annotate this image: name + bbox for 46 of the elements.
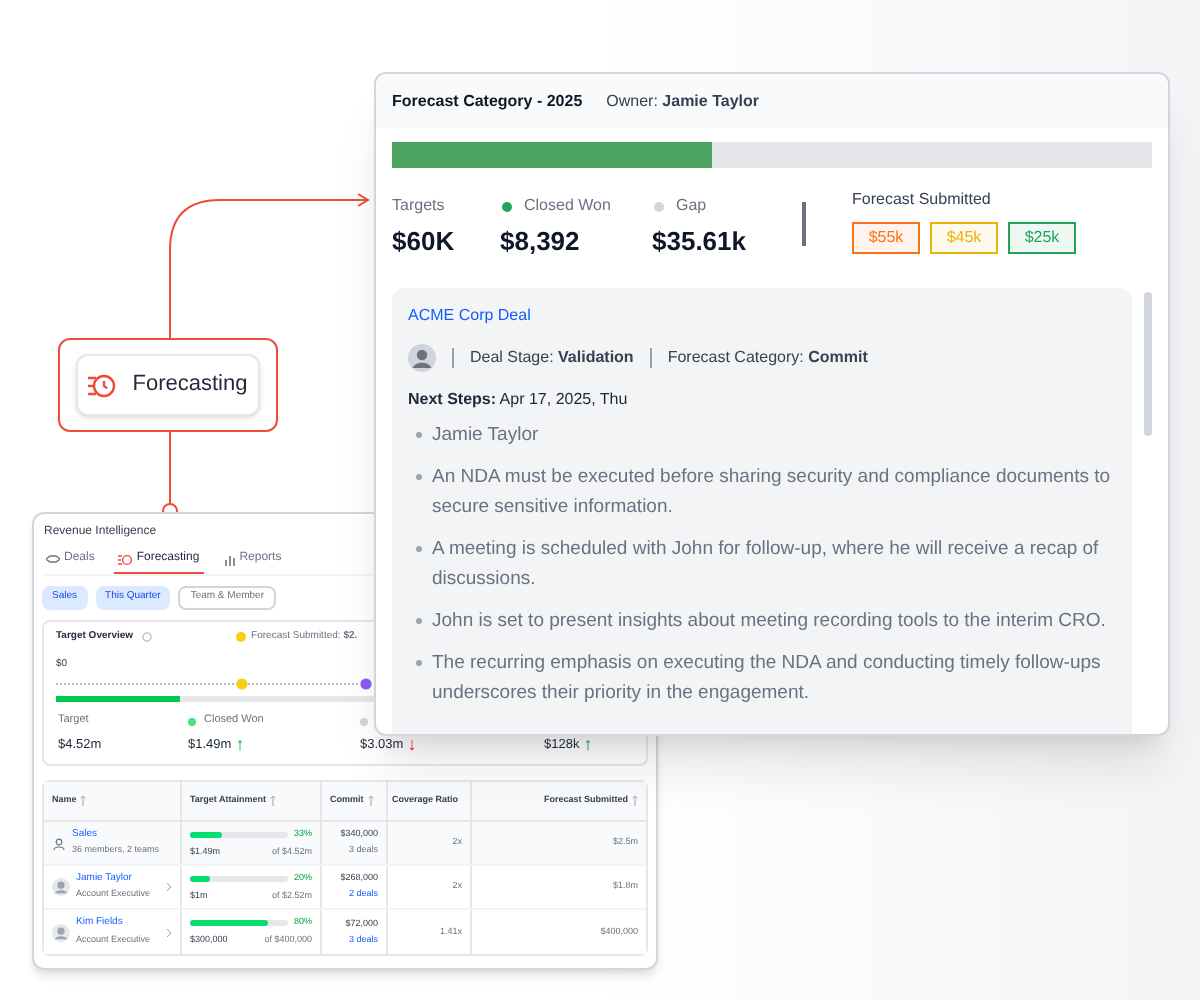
stage-label: Deal Stage: Validation xyxy=(470,345,634,369)
clock-icon xyxy=(118,553,133,565)
stat-value: $8,392 xyxy=(500,224,582,260)
category-label: Forecast Category: Commit xyxy=(667,345,868,369)
avatar-icon xyxy=(408,343,436,371)
bar-chart-icon xyxy=(223,553,236,565)
chevron-icon xyxy=(166,927,172,937)
amount-tag: $25k xyxy=(1008,222,1076,254)
sort-icon xyxy=(270,796,277,806)
stat-label: Targets xyxy=(392,194,445,218)
note-text: John is set to present insights about meeting recording tools to the interim CRO. xyxy=(432,607,1106,635)
stat-label: Closed Won xyxy=(524,194,611,218)
clock-icon xyxy=(88,373,117,397)
note-text: An NDA must be executed before sharing security and compliance documents to secure sensitive information. xyxy=(432,463,1113,521)
owner-label: Owner: Jamie Taylor xyxy=(606,89,759,113)
chevron-icon xyxy=(166,882,172,892)
next-steps-label: Next Steps: Apr 17, 2025, Thu xyxy=(408,387,630,411)
people-icon xyxy=(52,837,66,849)
bullet-icon xyxy=(416,431,422,437)
section-label: Forecast Submitted xyxy=(852,188,993,212)
bullet-icon xyxy=(416,617,422,623)
info-icon xyxy=(141,632,152,643)
note-text: Jamie Taylor xyxy=(432,421,539,449)
window-title: Forecast Category - 2025 xyxy=(392,89,583,113)
note-text: The recurring emphasis on executing the NDA and conducting timely follow-ups underscores their priority in the engagement. xyxy=(432,649,1103,707)
bullet-icon xyxy=(416,545,422,551)
stat-value: $35.61k xyxy=(652,224,748,260)
bullet-icon xyxy=(416,659,422,665)
sort-icon xyxy=(80,796,87,806)
trend-arrow: ↑ xyxy=(235,736,245,755)
deal-link[interactable]: ACME Corp Deal xyxy=(408,303,1116,327)
bullet-icon xyxy=(416,473,422,479)
stat-value: $60K xyxy=(392,224,457,260)
trend-arrow: ↓ xyxy=(407,736,417,755)
trend-arrow: ↑ xyxy=(583,736,593,755)
scrollbar-thumb[interactable] xyxy=(1144,291,1152,435)
legend-dot-icon xyxy=(235,632,246,643)
amount-tag: $45k xyxy=(930,222,998,254)
avatar-icon xyxy=(52,878,70,896)
sort-icon xyxy=(632,796,638,806)
note-text: A meeting is scheduled with John for follow-up, where he will receive a recap of discussions. xyxy=(432,535,1101,593)
amount-tag: $55k xyxy=(852,222,920,254)
forecasting-button[interactable]: Forecasting xyxy=(76,354,260,416)
stat-label: Gap xyxy=(676,194,707,218)
avatar-icon xyxy=(52,923,70,941)
sort-icon xyxy=(367,796,374,806)
